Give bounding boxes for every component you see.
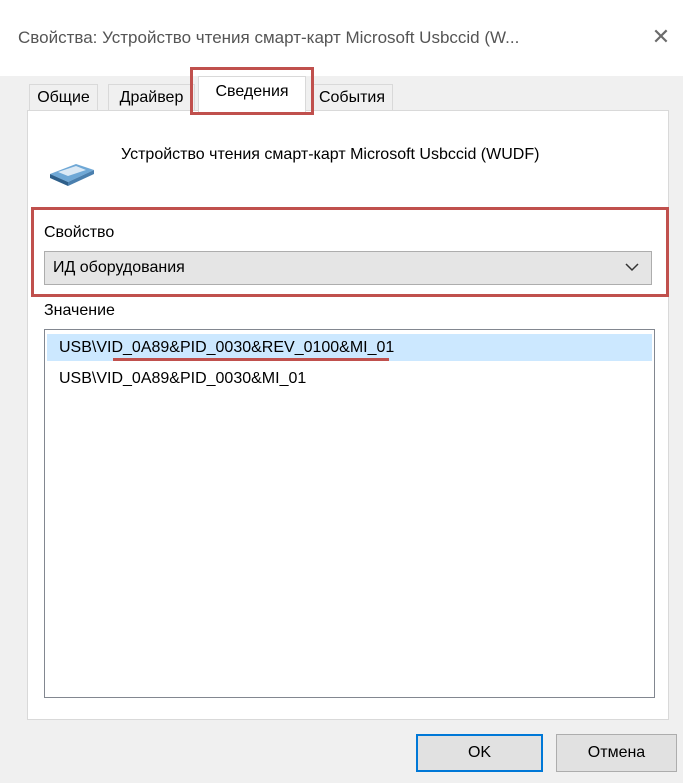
tab-general[interactable]: Общие	[29, 84, 98, 110]
list-item-text: USB\VID_0A89&PID_0030&REV_0100&MI_01	[59, 339, 395, 356]
property-dropdown[interactable]: ИД оборудования	[44, 251, 652, 285]
close-icon: ✕	[651, 24, 671, 49]
tab-driver[interactable]: Драйвер	[108, 84, 195, 110]
cancel-button[interactable]: Отмена	[556, 734, 677, 772]
properties-dialog: Свойства: Устройство чтения смарт-карт M…	[0, 0, 683, 783]
property-selected-value: ИД оборудования	[53, 259, 185, 276]
tab-details-label: Сведения	[215, 83, 289, 100]
list-item[interactable]: USB\VID_0A89&PID_0030&REV_0100&MI_01	[47, 334, 652, 361]
tab-events-label: События	[318, 89, 386, 106]
ok-button[interactable]: OK	[416, 734, 543, 772]
device-name: Устройство чтения смарт-карт Microsoft U…	[121, 146, 540, 163]
close-button[interactable]: ✕	[646, 22, 676, 52]
tab-events[interactable]: События	[311, 84, 393, 110]
vid-pid-underline	[113, 358, 389, 361]
tab-bar: Общие Драйвер Сведения События	[0, 76, 683, 113]
list-item[interactable]: USB\VID_0A89&PID_0030&MI_01	[47, 365, 652, 392]
tab-details[interactable]: Сведения	[198, 76, 306, 113]
title-bar: Свойства: Устройство чтения смарт-карт M…	[0, 0, 683, 76]
smart-card-reader-icon	[50, 164, 94, 186]
chevron-down-icon	[625, 263, 639, 272]
value-label: Значение	[44, 302, 115, 319]
property-label: Свойство	[44, 224, 115, 241]
tab-general-label: Общие	[37, 89, 90, 106]
window-title: Свойства: Устройство чтения смарт-карт M…	[18, 28, 520, 47]
value-listbox[interactable]: USB\VID_0A89&PID_0030&REV_0100&MI_01 USB…	[44, 329, 655, 698]
list-item-text: USB\VID_0A89&PID_0030&MI_01	[59, 370, 307, 387]
tab-driver-label: Драйвер	[119, 89, 184, 106]
